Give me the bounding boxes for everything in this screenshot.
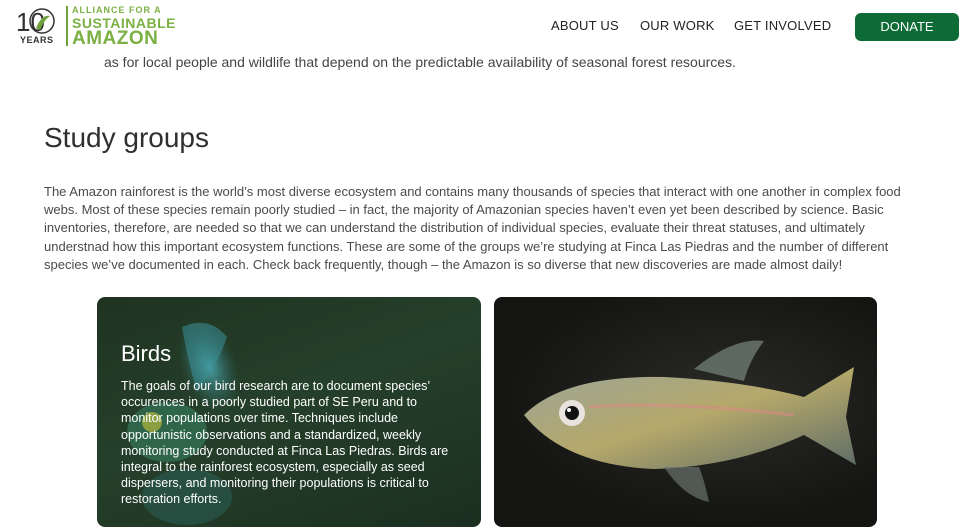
card-birds-text: The goals of our bird research are to do… <box>121 379 449 507</box>
site-header: 10 YEARS ALLIANCE FOR A SUSTAINABLE AMAZ… <box>0 0 979 52</box>
intro-paragraph: The Amazon rainforest is the world’s mos… <box>44 184 901 272</box>
nav-our-work[interactable]: OUR WORK <box>640 18 715 33</box>
previous-paragraph-tail: as for local people and wildlife that de… <box>104 54 736 70</box>
nav-get-involved[interactable]: GET INVOLVED <box>734 18 831 33</box>
section-title: Study groups <box>44 122 209 153</box>
donate-button[interactable]: DONATE <box>855 13 959 41</box>
card-birds-title: Birds <box>121 341 172 366</box>
logo-line1: ALLIANCE FOR A <box>72 5 162 15</box>
logo-line3: AMAZON <box>72 28 159 49</box>
card-birds[interactable]: Birds The goals of our bird research are… <box>97 297 481 527</box>
nav-about-us[interactable]: ABOUT US <box>551 18 619 33</box>
logo-years: YEARS <box>20 35 54 45</box>
site-logo[interactable]: 10 YEARS ALLIANCE FOR A SUSTAINABLE AMAZ… <box>14 4 176 49</box>
logo-divider <box>66 6 68 46</box>
card-fish[interactable] <box>494 297 877 527</box>
fish-photo-image <box>524 340 856 502</box>
